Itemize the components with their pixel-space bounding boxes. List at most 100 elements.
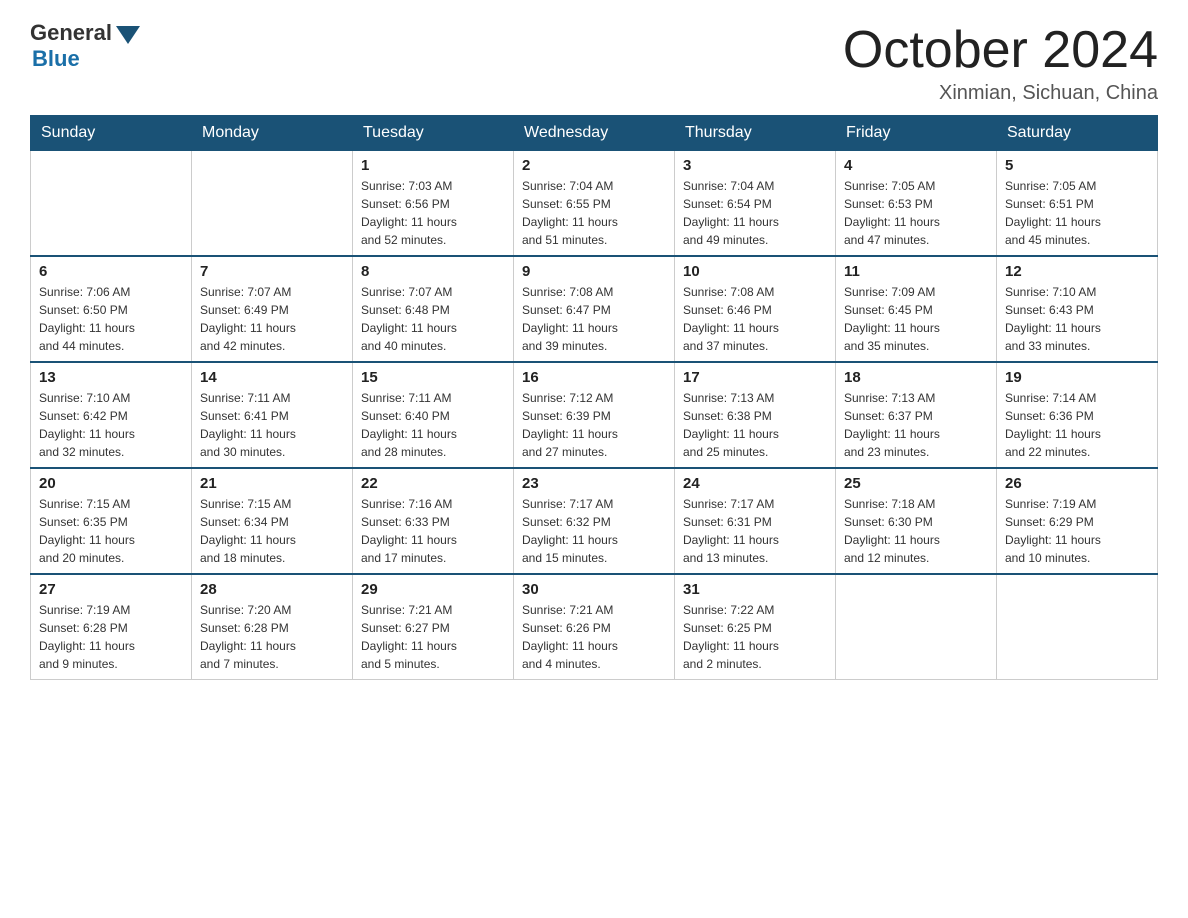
day-number: 27 (39, 581, 183, 598)
day-info: Sunrise: 7:11 AMSunset: 6:41 PMDaylight:… (200, 389, 344, 461)
calendar-cell: 23Sunrise: 7:17 AMSunset: 6:32 PMDayligh… (514, 468, 675, 574)
calendar-cell: 25Sunrise: 7:18 AMSunset: 6:30 PMDayligh… (836, 468, 997, 574)
calendar-cell: 24 Sunrise: 7:17 AMSunset: 6:31 PMDayligh… (675, 468, 836, 574)
calendar-cell (192, 151, 353, 257)
day-info: Sunrise: 7:21 AMSunset: 6:26 PMDaylight:… (522, 601, 666, 673)
title-block: October 2024 Xinmian, Sichuan, China (843, 20, 1158, 105)
day-info: Sunrise: 7:04 AMSunset: 6:54 PMDaylight:… (683, 177, 827, 249)
day-number: 20 (39, 475, 183, 492)
calendar-cell: 30 Sunrise: 7:21 AMSunset: 6:26 PMDayligh… (514, 574, 675, 680)
calendar-cell: 10 Sunrise: 7:08 AMSunset: 6:46 PMDayligh… (675, 256, 836, 362)
day-info: Sunrise: 7:08 AMSunset: 6:47 PMDaylight:… (522, 283, 666, 355)
day-number: 4 (844, 157, 988, 174)
calendar-cell: 28 Sunrise: 7:20 AMSunset: 6:28 PMDayligh… (192, 574, 353, 680)
day-number: 2 (522, 157, 666, 174)
calendar-cell: 2 Sunrise: 7:04 AMSunset: 6:55 PMDaylight… (514, 151, 675, 257)
day-info: Sunrise: 7:17 AMSunset: 6:31 PMDaylight:… (683, 495, 827, 567)
calendar-cell (31, 151, 192, 257)
day-info: Sunrise: 7:19 AMSunset: 6:28 PMDaylight:… (39, 601, 183, 673)
day-info: Sunrise: 7:06 AMSunset: 6:50 PMDaylight:… (39, 283, 183, 355)
day-number: 1 (361, 157, 505, 174)
day-number: 26 (1005, 475, 1149, 492)
day-info: Sunrise: 7:07 AMSunset: 6:49 PMDaylight:… (200, 283, 344, 355)
month-title: October 2024 (843, 20, 1158, 80)
day-info: Sunrise: 7:19 AMSunset: 6:29 PMDaylight:… (1005, 495, 1149, 567)
column-header-thursday: Thursday (675, 116, 836, 151)
calendar-week-row: 13 Sunrise: 7:10 AMSunset: 6:42 PMDayligh… (31, 362, 1158, 468)
day-number: 24 (683, 475, 827, 492)
location: Xinmian, Sichuan, China (843, 82, 1158, 105)
day-number: 3 (683, 157, 827, 174)
day-info: Sunrise: 7:03 AMSunset: 6:56 PMDaylight:… (361, 177, 505, 249)
day-number: 12 (1005, 263, 1149, 280)
calendar-week-row: 20 Sunrise: 7:15 AMSunset: 6:35 PMDayligh… (31, 468, 1158, 574)
column-header-friday: Friday (836, 116, 997, 151)
day-info: Sunrise: 7:05 AMSunset: 6:51 PMDaylight:… (1005, 177, 1149, 249)
day-number: 16 (522, 369, 666, 386)
column-header-saturday: Saturday (997, 116, 1158, 151)
day-info: Sunrise: 7:10 AMSunset: 6:42 PMDaylight:… (39, 389, 183, 461)
day-info: Sunrise: 7:13 AMSunset: 6:37 PMDaylight:… (844, 389, 988, 461)
calendar-cell: 4 Sunrise: 7:05 AMSunset: 6:53 PMDaylight… (836, 151, 997, 257)
calendar-cell: 3 Sunrise: 7:04 AMSunset: 6:54 PMDaylight… (675, 151, 836, 257)
calendar-cell: 1 Sunrise: 7:03 AMSunset: 6:56 PMDaylight… (353, 151, 514, 257)
column-header-wednesday: Wednesday (514, 116, 675, 151)
day-number: 30 (522, 581, 666, 598)
calendar-cell: 8Sunrise: 7:07 AMSunset: 6:48 PMDaylight… (353, 256, 514, 362)
day-info: Sunrise: 7:15 AMSunset: 6:34 PMDaylight:… (200, 495, 344, 567)
day-number: 25 (844, 475, 988, 492)
day-info: Sunrise: 7:13 AMSunset: 6:38 PMDaylight:… (683, 389, 827, 461)
column-header-sunday: Sunday (31, 116, 192, 151)
day-info: Sunrise: 7:22 AMSunset: 6:25 PMDaylight:… (683, 601, 827, 673)
day-number: 22 (361, 475, 505, 492)
day-info: Sunrise: 7:11 AMSunset: 6:40 PMDaylight:… (361, 389, 505, 461)
day-info: Sunrise: 7:08 AMSunset: 6:46 PMDaylight:… (683, 283, 827, 355)
day-info: Sunrise: 7:15 AMSunset: 6:35 PMDaylight:… (39, 495, 183, 567)
day-info: Sunrise: 7:14 AMSunset: 6:36 PMDaylight:… (1005, 389, 1149, 461)
day-number: 21 (200, 475, 344, 492)
day-number: 15 (361, 369, 505, 386)
calendar-week-row: 6 Sunrise: 7:06 AMSunset: 6:50 PMDaylight… (31, 256, 1158, 362)
column-header-tuesday: Tuesday (353, 116, 514, 151)
day-number: 7 (200, 263, 344, 280)
day-number: 28 (200, 581, 344, 598)
day-info: Sunrise: 7:20 AMSunset: 6:28 PMDaylight:… (200, 601, 344, 673)
day-number: 11 (844, 263, 988, 280)
calendar-cell: 7 Sunrise: 7:07 AMSunset: 6:49 PMDaylight… (192, 256, 353, 362)
calendar-cell: 31 Sunrise: 7:22 AMSunset: 6:25 PMDayligh… (675, 574, 836, 680)
day-info: Sunrise: 7:09 AMSunset: 6:45 PMDaylight:… (844, 283, 988, 355)
day-number: 10 (683, 263, 827, 280)
day-info: Sunrise: 7:05 AMSunset: 6:53 PMDaylight:… (844, 177, 988, 249)
day-number: 17 (683, 369, 827, 386)
calendar-table: SundayMondayTuesdayWednesdayThursdayFrid… (30, 115, 1158, 680)
day-number: 13 (39, 369, 183, 386)
day-info: Sunrise: 7:21 AMSunset: 6:27 PMDaylight:… (361, 601, 505, 673)
calendar-cell: 5 Sunrise: 7:05 AMSunset: 6:51 PMDaylight… (997, 151, 1158, 257)
logo: General Blue (30, 20, 140, 72)
calendar-week-row: 1 Sunrise: 7:03 AMSunset: 6:56 PMDaylight… (31, 151, 1158, 257)
day-number: 23 (522, 475, 666, 492)
day-number: 8 (361, 263, 505, 280)
calendar-cell: 9 Sunrise: 7:08 AMSunset: 6:47 PMDaylight… (514, 256, 675, 362)
day-number: 18 (844, 369, 988, 386)
calendar-header-row: SundayMondayTuesdayWednesdayThursdayFrid… (31, 116, 1158, 151)
day-number: 31 (683, 581, 827, 598)
day-info: Sunrise: 7:10 AMSunset: 6:43 PMDaylight:… (1005, 283, 1149, 355)
day-info: Sunrise: 7:04 AMSunset: 6:55 PMDaylight:… (522, 177, 666, 249)
column-header-monday: Monday (192, 116, 353, 151)
day-number: 9 (522, 263, 666, 280)
day-number: 6 (39, 263, 183, 280)
calendar-week-row: 27 Sunrise: 7:19 AMSunset: 6:28 PMDayligh… (31, 574, 1158, 680)
calendar-cell: 29Sunrise: 7:21 AMSunset: 6:27 PMDayligh… (353, 574, 514, 680)
calendar-cell: 17 Sunrise: 7:13 AMSunset: 6:38 PMDayligh… (675, 362, 836, 468)
calendar-cell: 11 Sunrise: 7:09 AMSunset: 6:45 PMDayligh… (836, 256, 997, 362)
calendar-cell: 14 Sunrise: 7:11 AMSunset: 6:41 PMDayligh… (192, 362, 353, 468)
day-number: 14 (200, 369, 344, 386)
calendar-cell: 20 Sunrise: 7:15 AMSunset: 6:35 PMDayligh… (31, 468, 192, 574)
day-number: 5 (1005, 157, 1149, 174)
day-number: 19 (1005, 369, 1149, 386)
calendar-cell: 16Sunrise: 7:12 AMSunset: 6:39 PMDayligh… (514, 362, 675, 468)
calendar-cell: 26 Sunrise: 7:19 AMSunset: 6:29 PMDayligh… (997, 468, 1158, 574)
logo-general-text: General (30, 20, 112, 46)
calendar-cell: 21 Sunrise: 7:15 AMSunset: 6:34 PMDayligh… (192, 468, 353, 574)
